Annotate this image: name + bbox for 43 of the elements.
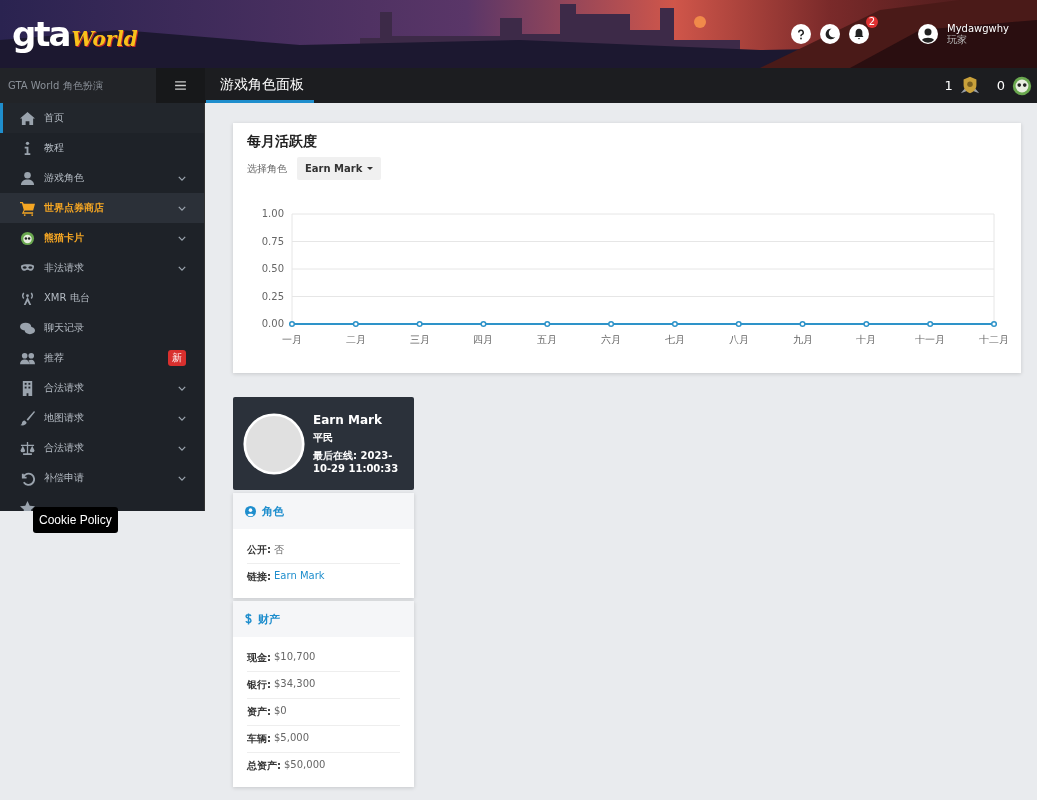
field-label: 总资产: xyxy=(247,759,281,773)
character-rank: 平民 xyxy=(313,431,334,445)
field-value: $50,000 xyxy=(284,759,326,772)
y-tick-label: 0.25 xyxy=(261,290,284,302)
select-label: 选择角色 xyxy=(247,161,287,176)
field-label: 现金: xyxy=(247,651,271,665)
x-tick-label: 五月 xyxy=(537,334,558,344)
x-tick-label: 十二月 xyxy=(979,334,1007,344)
x-tick-label: 十一月 xyxy=(915,334,946,344)
x-tick-label: 一月 xyxy=(282,334,302,344)
y-tick-label: 1.00 xyxy=(261,208,284,219)
card-title: 每月活跃度 xyxy=(247,133,318,151)
field-label: 银行: xyxy=(247,678,271,692)
section-title: 财产 xyxy=(258,611,280,627)
y-tick-label: 0.75 xyxy=(261,235,284,247)
field-label: 车辆: xyxy=(247,732,271,746)
x-tick-label: 六月 xyxy=(601,334,622,344)
x-tick-label: 九月 xyxy=(792,334,813,344)
last-online-text: 最后在线: 2023-10-29 11:00:33 xyxy=(313,449,400,474)
field-label: 资产: xyxy=(247,705,271,719)
counter-value: 0 xyxy=(996,78,1005,93)
field-value: $5,000 xyxy=(274,732,309,745)
y-tick-label: 0.50 xyxy=(261,263,284,274)
field-value: $34,300 xyxy=(274,678,316,691)
field-value: $0 xyxy=(274,705,287,718)
counter-value: 1 xyxy=(944,78,953,93)
x-tick-label: 三月 xyxy=(409,334,430,344)
new-badge: 新 xyxy=(168,350,186,366)
user-role: 玩家 xyxy=(947,34,968,45)
field-label: 链接: xyxy=(247,570,271,584)
section-title: 角色 xyxy=(262,503,284,519)
y-tick-label: 0.00 xyxy=(261,318,284,329)
field-value: 否 xyxy=(274,543,284,557)
field-value: $10,700 xyxy=(274,651,316,664)
x-tick-label: 七月 xyxy=(664,334,685,344)
page-title: 游戏角色面板 xyxy=(206,68,314,103)
x-tick-label: 四月 xyxy=(473,334,494,344)
brand-text: GTA World 角色扮演 xyxy=(0,68,156,103)
x-tick-label: 二月 xyxy=(345,334,366,344)
x-tick-label: 八月 xyxy=(728,334,749,344)
x-tick-label: 十月 xyxy=(856,334,877,344)
character-name: Earn Mark xyxy=(313,413,383,427)
field-label: 公开: xyxy=(247,543,271,557)
